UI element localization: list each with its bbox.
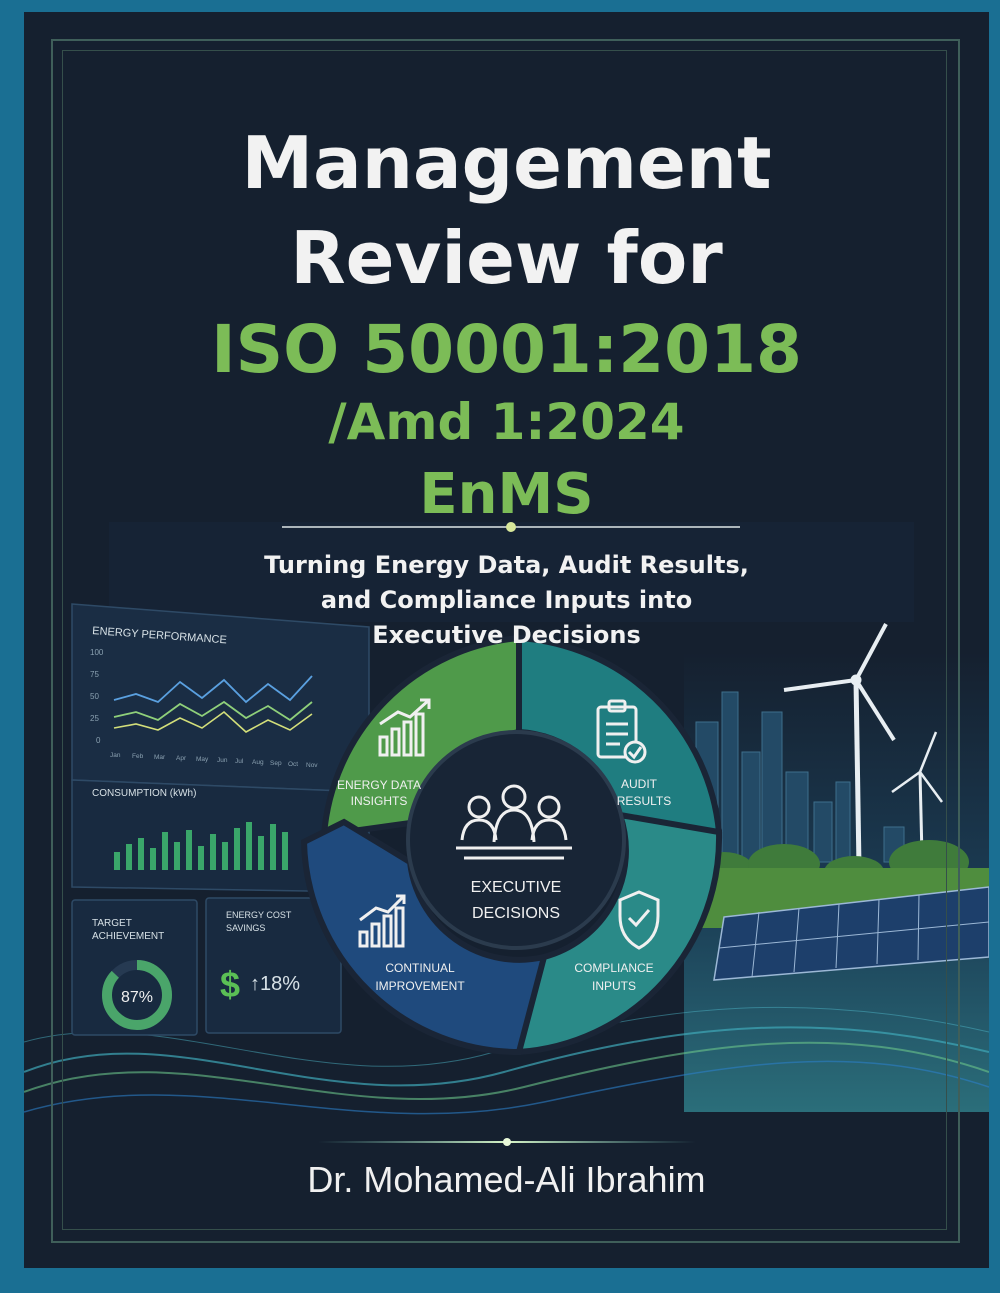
book-cover: ENERGY PERFORMANCE 100 75 50 25 0 Jan Fe… [24,12,989,1268]
subtitle-line: and Compliance Inputs into [320,586,693,614]
title-line: Management [241,121,772,205]
subtitle-line: Executive Decisions [372,621,641,649]
amendment-title: /Amd 1:2024 [328,393,685,451]
author-name: Dr. Mohamed-Ali Ibrahim [307,1159,706,1200]
standard-title: ISO 50001:2018 [211,311,802,388]
subtitle: Turning Energy Data, Audit Results, and … [24,548,989,653]
subtitle-line: Turning Energy Data, Audit Results, [264,551,749,579]
enms-title: EnMS [419,462,594,527]
title-line: Review for [290,216,723,300]
